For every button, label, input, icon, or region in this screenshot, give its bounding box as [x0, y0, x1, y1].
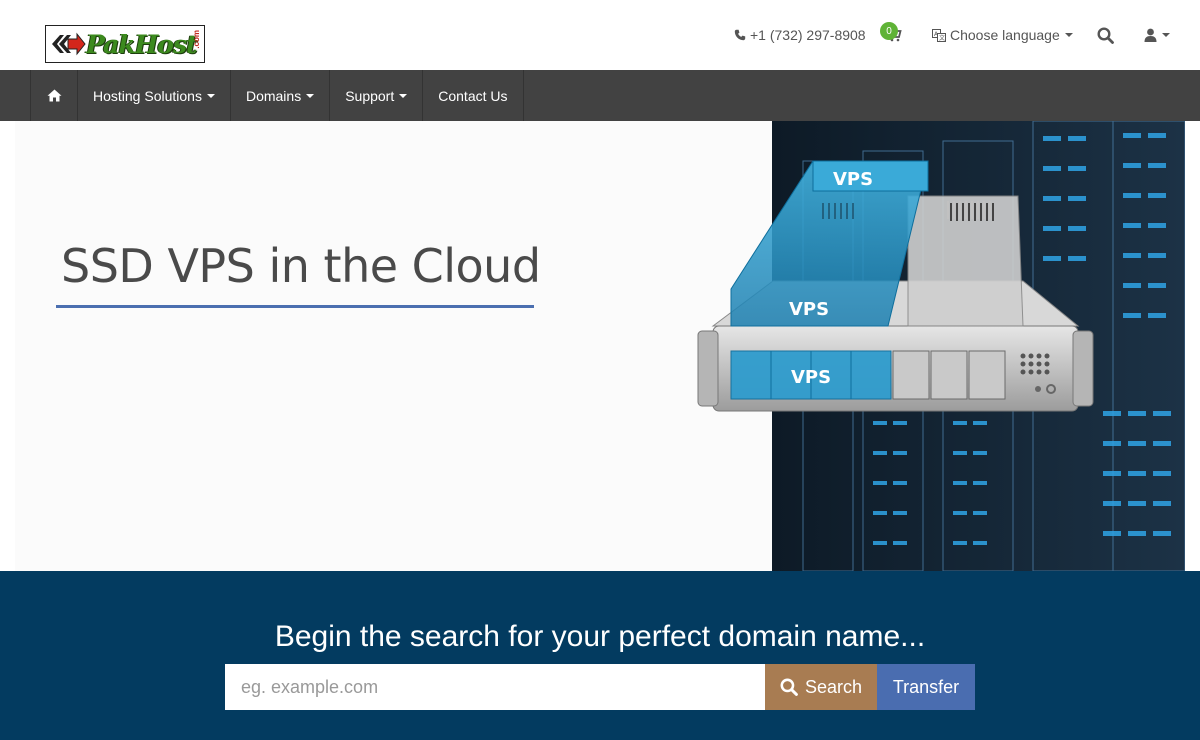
chevron-down-icon — [306, 93, 315, 98]
svg-text:文: 文 — [939, 34, 945, 42]
cart-button[interactable]: 0 — [880, 0, 902, 70]
vps-label: VPS — [789, 299, 829, 320]
nav-label: Support — [345, 87, 395, 104]
nav-label: Contact Us — [438, 87, 508, 104]
hero-title: SSD VPS in the Cloud — [61, 239, 541, 293]
phone-number[interactable]: +1 (732) 297-8908 — [734, 0, 866, 70]
vps-server-illustration: VPS VPS VPS — [697, 121, 1185, 571]
nav-support[interactable]: Support — [329, 70, 422, 121]
language-label: Choose language — [950, 27, 1060, 43]
nav-label: Hosting Solutions — [93, 87, 202, 104]
domain-search-input[interactable]: eg. example.com — [225, 664, 765, 710]
hero-banner[interactable]: SSD VPS in the Cloud VPS VPS VPS — [15, 121, 1185, 571]
phone-icon — [734, 29, 746, 41]
cart-count-badge: 0 — [880, 22, 898, 40]
nav-label: Domains — [245, 87, 302, 104]
user-icon — [1144, 28, 1157, 42]
logo-arrows-icon — [50, 31, 86, 57]
chevron-down-icon — [1064, 33, 1073, 37]
chevron-down-icon — [206, 93, 215, 98]
search-button-label: Search — [804, 676, 863, 697]
domain-transfer-button[interactable]: Transfer — [877, 664, 975, 710]
site-logo[interactable]: PakHost .com — [45, 25, 205, 63]
domain-search-heading: Begin the search for your perfect domain… — [274, 620, 926, 653]
nav-contact-us[interactable]: Contact Us — [422, 70, 524, 121]
logo-text: PakHost — [86, 29, 198, 59]
main-nav: Hosting Solutions Domains Support Contac… — [0, 70, 1200, 121]
nav-hosting-solutions[interactable]: Hosting Solutions — [77, 70, 230, 121]
domain-search-section — [0, 571, 1200, 740]
nav-domains[interactable]: Domains — [229, 70, 329, 121]
vps-label: VPS — [791, 367, 831, 388]
language-selector[interactable]: A文 Choose language — [932, 0, 1073, 70]
logo-suffix: .com — [192, 30, 201, 49]
phone-text: +1 (732) 297-8908 — [750, 27, 866, 43]
chevron-down-icon — [1162, 33, 1170, 37]
account-menu-button[interactable] — [1144, 0, 1170, 70]
nav-home[interactable] — [30, 70, 77, 121]
home-icon — [47, 89, 61, 102]
chevron-down-icon — [399, 93, 408, 98]
search-icon — [780, 678, 798, 696]
search-icon — [1097, 26, 1114, 44]
vps-label: VPS — [833, 169, 873, 190]
top-header: PakHost .com +1 (732) 297-8908 0 A文 Choo… — [0, 0, 1200, 70]
domain-search-button[interactable]: Search — [765, 664, 877, 710]
hero-underline — [56, 305, 534, 308]
header-search-button[interactable] — [1097, 0, 1114, 70]
language-icon: A文 — [932, 28, 946, 42]
transfer-button-label: Transfer — [892, 676, 960, 697]
